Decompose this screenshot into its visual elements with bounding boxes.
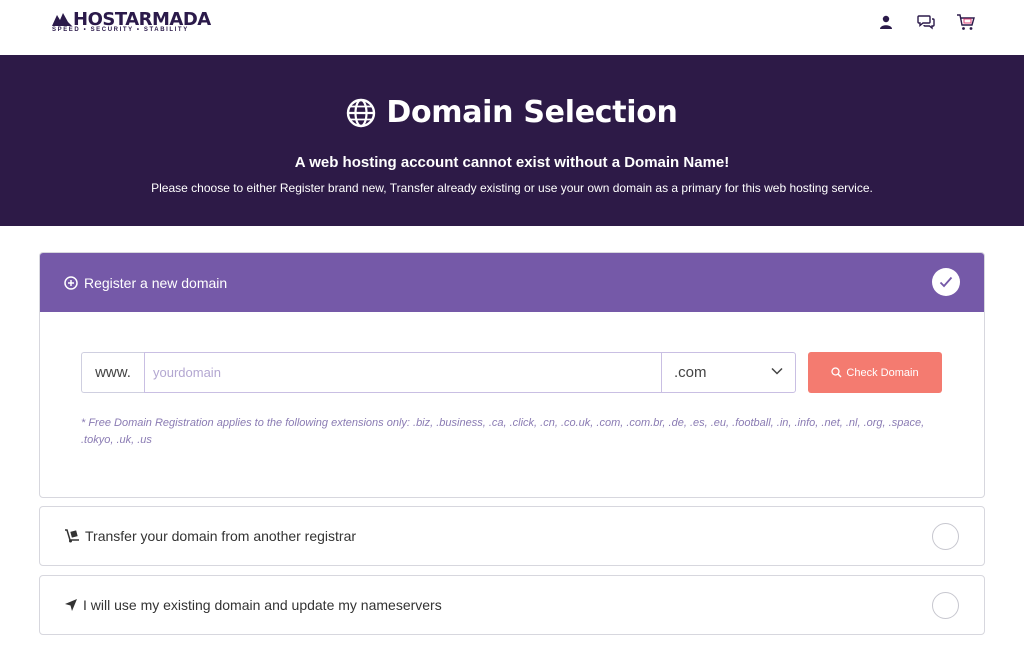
user-icon[interactable] [876,12,896,32]
hero-banner: Domain Selection A web hosting account c… [0,55,1024,226]
hero-title-row: Domain Selection [0,95,1024,130]
tld-selected-value: .com [674,364,707,381]
register-domain-option[interactable]: Register a new domain [40,253,984,312]
existing-domain-panel: I will use my existing domain and update… [39,575,985,635]
chat-icon[interactable] [916,12,936,32]
check-domain-label: Check Domain [846,366,919,379]
unselected-indicator[interactable] [932,523,959,550]
existing-domain-label: I will use my existing domain and update… [83,597,442,613]
checkmark-icon [939,276,953,288]
plus-circle-icon [64,275,78,290]
www-prefix: www. [81,352,144,393]
check-domain-button[interactable]: Check Domain [808,352,942,393]
search-icon [831,367,842,378]
brand-tagline: SPEED • SECURITY • STABILITY [52,27,189,33]
location-arrow-icon [65,599,77,611]
tld-dropdown[interactable]: .com [661,352,796,393]
transfer-domain-label: Transfer your domain from another regist… [85,528,357,544]
header-actions [876,12,976,32]
register-domain-label: Register a new domain [84,274,228,291]
selected-indicator[interactable] [932,268,960,296]
hero-subtitle: A web hosting account cannot exist witho… [294,154,730,171]
chevron-down-icon [771,367,783,375]
armada-logo-icon [52,13,72,26]
top-navigation-bar: HOSTARMADA SPEED • SECURITY • STABILITY [0,0,1024,55]
cart-icon[interactable] [956,12,976,32]
transfer-domain-panel: Transfer your domain from another regist… [39,506,985,566]
register-domain-panel: Register a new domain www. .com Check Do… [39,252,985,498]
page-title: Domain Selection [386,95,678,130]
existing-domain-option[interactable]: I will use my existing domain and update… [40,576,984,634]
hero-description: Please choose to either Register brand n… [151,181,873,195]
unselected-indicator[interactable] [932,592,959,619]
domain-name-input[interactable] [144,352,661,393]
transfer-domain-option[interactable]: Transfer your domain from another regist… [40,507,984,565]
domain-search-row: www. .com Check Domain [81,352,942,393]
free-registration-note: * Free Domain Registration applies to th… [81,417,925,446]
dolly-icon [65,529,79,543]
globe-icon [347,98,376,127]
brand-logo[interactable]: HOSTARMADA SPEED • SECURITY • STABILITY [52,9,222,35]
